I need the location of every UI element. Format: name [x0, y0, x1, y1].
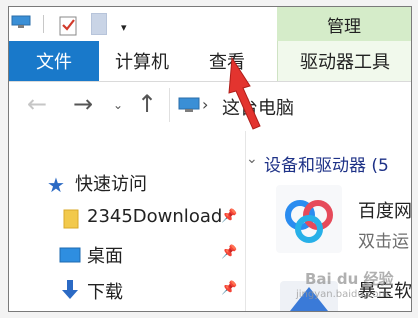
- devices-drives-group-header[interactable]: 设备和驱动器 (5: [264, 151, 389, 176]
- sidebar-item-label: 2345Download: [87, 206, 223, 227]
- breadcrumb-chevron-icon[interactable]: ›: [202, 95, 208, 114]
- manage-contextual-tab[interactable]: 管理: [277, 7, 411, 41]
- quick-access-item[interactable]: ★ 快速访问: [9, 165, 245, 201]
- this-pc-icon[interactable]: [11, 15, 31, 29]
- sidebar-item-label: 下载: [87, 282, 123, 303]
- ribbon-tabs: 文件 计算机 查看 驱动器工具: [9, 41, 411, 82]
- navigation-pane: ★ 快速访问 2345Download 📌 桌面 📌 下载 📌: [9, 131, 245, 311]
- desktop-icon: [59, 247, 81, 263]
- tab-drive-tools[interactable]: 驱动器工具: [277, 41, 411, 81]
- toolbar-separator: [43, 15, 44, 33]
- pin-icon[interactable]: 📌: [221, 281, 237, 296]
- quick-access-label: 快速访问: [75, 174, 147, 195]
- collapse-group-chevron-icon[interactable]: ⌄: [246, 151, 258, 167]
- forward-button[interactable]: →: [73, 90, 93, 118]
- recent-locations-chevron-icon[interactable]: ⌄: [113, 98, 123, 112]
- new-folder-icon[interactable]: [91, 13, 107, 35]
- pin-icon[interactable]: 📌: [221, 245, 237, 260]
- tab-view[interactable]: 查看: [209, 41, 245, 81]
- baidu-netdisk-logo-icon: [285, 200, 333, 243]
- sidebar-item-desktop[interactable]: 桌面 📌: [9, 237, 245, 273]
- watermark-url: jingyan.baidu.com: [296, 289, 389, 300]
- folder-icon: [63, 209, 79, 229]
- pin-icon[interactable]: 📌: [221, 209, 237, 224]
- customize-toolbar-dropdown[interactable]: ▾: [121, 21, 127, 34]
- properties-check-icon[interactable]: [59, 14, 79, 36]
- watermark: Bai du 经验: [305, 270, 394, 288]
- tab-file[interactable]: 文件: [9, 41, 99, 81]
- breadcrumb-this-pc[interactable]: 这台电脑: [222, 94, 294, 120]
- app-title[interactable]: 百度网: [358, 197, 411, 223]
- quick-access-toolbar: ▾ 管理: [9, 7, 411, 41]
- navigation-bar: ← → ⌄ ↑ › 这台电脑: [9, 82, 411, 130]
- sidebar-item-label: 桌面: [87, 246, 123, 267]
- up-button[interactable]: ↑: [137, 90, 157, 118]
- app-subtitle: 双击运: [358, 232, 409, 252]
- baidu-netdisk-app-tile[interactable]: [276, 185, 342, 253]
- back-button[interactable]: ←: [27, 90, 47, 118]
- sidebar-item-downloads[interactable]: 下载 📌: [9, 273, 245, 309]
- address-bar[interactable]: › 这台电脑: [169, 88, 411, 122]
- download-arrow-icon: [62, 280, 78, 299]
- tab-computer[interactable]: 计算机: [115, 41, 169, 81]
- sidebar-item-2345download[interactable]: 2345Download 📌: [9, 201, 245, 237]
- file-explorer-window: ▾ 管理 文件 计算机 查看 驱动器工具 ← → ⌄ ↑ › 这台电脑 ★ 快速…: [8, 6, 412, 312]
- star-icon: ★: [47, 173, 65, 197]
- this-pc-icon: [178, 97, 200, 112]
